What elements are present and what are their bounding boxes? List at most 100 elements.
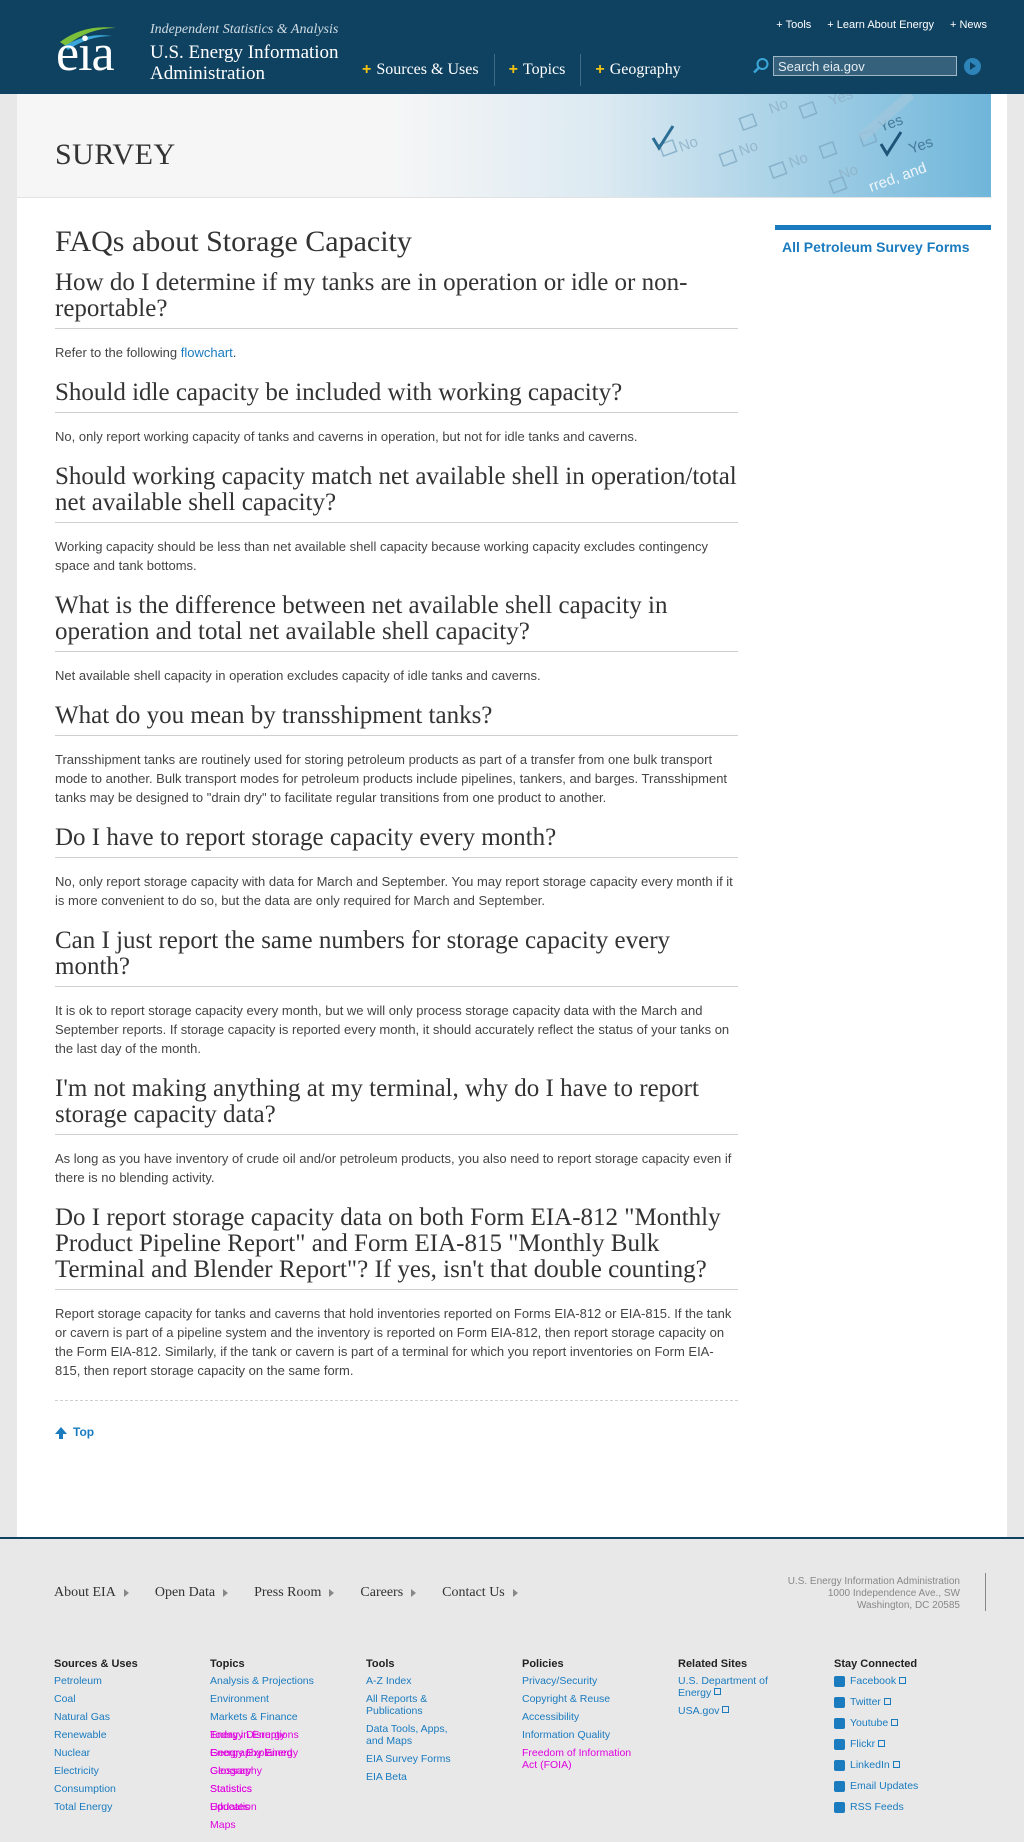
footer-link[interactable]: Nuclear (54, 1747, 210, 1759)
nav-geography[interactable]: + Geography (593, 54, 695, 86)
faq-answer: As long as you have inventory of crude o… (55, 1151, 732, 1185)
footer-overlap-links[interactable]: Energy Explained Geography Energy (210, 1747, 366, 1765)
main-content: FAQs about Storage Capacity How do I det… (55, 224, 738, 1439)
faq-question: What is the difference between net avail… (55, 593, 738, 652)
email-updates-link[interactable]: Email Updates (834, 1780, 990, 1792)
footer-separator (985, 1573, 986, 1611)
eia-logo[interactable]: eia (56, 24, 115, 83)
footer-careers[interactable]: Careers (360, 1585, 416, 1601)
faq-question: Can I just report the same numbers for s… (55, 928, 738, 987)
footer-link[interactable]: Data Tools, Apps, and Maps (366, 1723, 461, 1747)
banner-title: SURVEY (55, 138, 176, 171)
rss-feeds-link[interactable]: RSS Feeds (834, 1801, 990, 1813)
faq-item: Can I just report the same numbers for s… (55, 928, 738, 1058)
footer-link[interactable]: USA.gov (678, 1705, 834, 1717)
arrow-up-icon (55, 1426, 67, 1439)
footer-link[interactable]: Information Quality (522, 1729, 678, 1741)
external-link-icon (714, 1688, 722, 1695)
footer-address: U.S. Energy Information Administration 1… (787, 1576, 960, 1611)
footer-about-eia[interactable]: About EIA (54, 1585, 129, 1601)
search-icon (753, 58, 769, 74)
footer-link[interactable]: Natural Gas (54, 1711, 210, 1723)
faq-item: How do I determine if my tanks are in op… (55, 270, 738, 362)
all-petroleum-survey-forms-link[interactable]: All Petroleum Survey Forms (782, 239, 970, 255)
footer-link[interactable]: Analysis & Projections (210, 1675, 366, 1687)
external-link-icon (899, 1676, 907, 1684)
footer-link[interactable]: EIA Survey Forms (366, 1753, 522, 1765)
divider (55, 1400, 738, 1401)
rss-icon (834, 1801, 845, 1813)
footer-col-sources: Sources & Uses Petroleum Coal Natural Ga… (54, 1658, 210, 1837)
footer-link[interactable]: Copyright & Reuse (522, 1693, 678, 1705)
footer-link[interactable]: Coal (54, 1693, 210, 1705)
linkedin-icon (834, 1759, 845, 1771)
search-go-button[interactable] (964, 58, 981, 75)
footer-col-social: Stay Connected Facebook Twitter Youtube … (834, 1658, 990, 1837)
util-learn-about-energy[interactable]: + Learn About Energy (827, 19, 934, 31)
site-header: eia Independent Statistics & Analysis U.… (0, 0, 1024, 94)
faq-answer: No, only report working capacity of tank… (55, 429, 638, 444)
flowchart-link[interactable]: flowchart (181, 345, 233, 360)
linkedin-link[interactable]: LinkedIn (834, 1759, 990, 1771)
faq-item: Should idle capacity be included with wo… (55, 380, 738, 446)
footer-overlap-links[interactable]: Statistics Statistics (210, 1783, 366, 1801)
facebook-icon (834, 1675, 845, 1687)
footer-link[interactable]: U.S. Department of Energy (678, 1675, 778, 1699)
survey-checkbox-illustration: No No No Yes No No Yes Yes rred, and (391, 94, 991, 197)
email-icon (834, 1780, 845, 1792)
flickr-icon (834, 1738, 845, 1750)
sidebar: All Petroleum Survey Forms (775, 225, 991, 257)
footer-link[interactable]: Total Energy (54, 1801, 210, 1813)
footer-link[interactable]: Renewable (54, 1729, 210, 1741)
plus-icon: + (362, 61, 372, 78)
tagline: Independent Statistics & Analysis (150, 22, 339, 37)
flickr-link[interactable]: Flickr (834, 1738, 990, 1750)
footer-link[interactable]: Privacy/Security (522, 1675, 678, 1687)
footer-link[interactable]: Markets & Finance (210, 1711, 366, 1723)
util-news[interactable]: + News (950, 19, 987, 31)
util-tools[interactable]: + Tools (776, 19, 811, 31)
faq-item: Do I have to report storage capacity eve… (55, 825, 738, 910)
footer-overlap-links[interactable]: Maps (210, 1819, 366, 1837)
page-content-card: No No No Yes No No Yes Yes rred, and SUR… (17, 94, 1007, 1537)
survey-banner: No No No Yes No No Yes Yes rred, and SUR… (17, 94, 991, 198)
footer-overlap-links[interactable]: Today in Energy Energy Disruptions (210, 1729, 366, 1747)
footer-press-room[interactable]: Press Room (254, 1585, 334, 1601)
back-to-top-link[interactable]: Top (55, 1425, 738, 1439)
footer-overlap-links[interactable]: Geography Glossary (210, 1765, 366, 1783)
faq-item: What do you mean by transshipment tanks?… (55, 703, 738, 807)
footer-link[interactable]: Environment (210, 1693, 366, 1705)
faq-answer: Refer to the following flowchart. (55, 345, 237, 360)
faq-question: Do I have to report storage capacity eve… (55, 825, 738, 858)
footer-link[interactable]: Consumption (54, 1783, 210, 1795)
faq-question: How do I determine if my tanks are in op… (55, 270, 738, 329)
facebook-link[interactable]: Facebook (834, 1675, 990, 1687)
external-link-icon (722, 1706, 730, 1713)
plus-icon: + (595, 61, 605, 78)
footer-overlap-links[interactable]: Education Updates (210, 1801, 366, 1819)
footer-columns: Sources & Uses Petroleum Coal Natural Ga… (54, 1658, 990, 1837)
faq-answer: No, only report storage capacity with da… (55, 874, 733, 908)
faq-answer: Working capacity should be less than net… (55, 539, 709, 573)
twitter-icon (834, 1696, 845, 1708)
twitter-link[interactable]: Twitter (834, 1696, 990, 1708)
faq-list: How do I determine if my tanks are in op… (55, 270, 738, 1380)
external-link-icon (892, 1760, 900, 1768)
footer-link-foia[interactable]: Freedom of Information Act (FOIA) (522, 1747, 642, 1771)
footer-link[interactable]: Accessibility (522, 1711, 678, 1723)
footer-contact-us[interactable]: Contact Us (442, 1585, 518, 1601)
faq-answer: It is ok to report storage capacity ever… (55, 1003, 730, 1056)
footer-link[interactable]: All Reports & Publications (366, 1693, 446, 1717)
footer-open-data[interactable]: Open Data (155, 1585, 228, 1601)
nav-sources-uses[interactable]: + Sources & Uses (360, 54, 495, 86)
footer-link[interactable]: Electricity (54, 1765, 210, 1777)
org-name[interactable]: U.S. Energy Information Administration (150, 42, 360, 84)
search-input[interactable] (773, 56, 957, 76)
youtube-link[interactable]: Youtube (834, 1717, 990, 1729)
footer-link[interactable]: EIA Beta (366, 1771, 522, 1783)
nav-topics[interactable]: + Topics (507, 54, 582, 86)
faq-question: Do I report storage capacity data on bot… (55, 1205, 738, 1290)
footer-link[interactable]: Petroleum (54, 1675, 210, 1687)
footer-link[interactable]: A-Z Index (366, 1675, 522, 1687)
youtube-icon (834, 1717, 845, 1729)
